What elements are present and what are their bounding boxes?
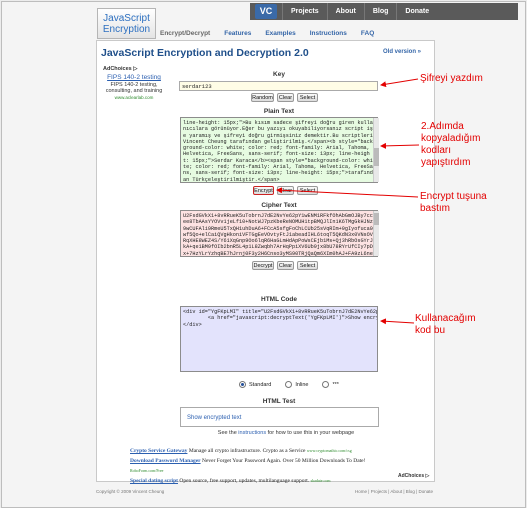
html-code-label: HTML Code (261, 296, 297, 303)
footer: Copyright © 2009 Vincent Cheung Home | P… (96, 489, 433, 494)
annotation-key: Şifreyi yazdım (420, 73, 483, 84)
plain-text-label: Plain Text (263, 108, 295, 115)
top-nav: Projects About Blog Donate (282, 3, 437, 20)
random-button[interactable]: Random (251, 93, 274, 102)
radio-stars[interactable] (322, 381, 330, 388)
sidebar-ad-link[interactable]: www.aclearlab.com (103, 95, 165, 102)
key-select-button[interactable]: Select (297, 93, 318, 102)
key-label: Key (273, 71, 285, 78)
instructions-help: See the instructions for how to use this… (217, 430, 355, 436)
sidebar-ad[interactable]: FIPS 140-2 testing FIPS 140-2 testing, c… (103, 74, 165, 102)
encrypt-button[interactable]: Encrypt (253, 186, 274, 195)
plain-text-area[interactable]: line-height: 15px;">Bu kısım sadece şifr… (180, 117, 378, 183)
plain-clear-button[interactable]: Clear (277, 186, 294, 195)
tab-instructions[interactable]: Instructions (310, 30, 347, 37)
page-title: JavaScript Encryption and Decryption 2.0 (101, 47, 309, 59)
tab-features[interactable]: Features (224, 30, 251, 37)
html-test-label: HTML Test (262, 398, 296, 405)
adchoices-label[interactable]: AdChoices ▷ (103, 66, 138, 72)
footer-links[interactable]: Home | Projects | About | Blog | Donate (355, 489, 433, 494)
cipher-text-area[interactable]: U2FsdGVkX1+8vRRueK5uTobrnJ7dE2NvYe62pY1w… (180, 210, 378, 257)
plain-select-button[interactable]: Select (297, 186, 318, 195)
html-code-line-2: <a href="javascript:decryptText('YgFKpLM… (207, 315, 377, 322)
sidebar-ad-text: FIPS 140-2 testing, consulting, and trai… (105, 81, 163, 95)
html-format-options: Standard Inline *** (239, 381, 353, 388)
cipher-text-label: Cipher Text (261, 202, 297, 209)
html-code-area[interactable]: <div id="YgFKpLMI" title="U2FsdGVkX1+8vR… (180, 306, 378, 372)
nav-projects[interactable]: Projects (282, 3, 327, 20)
cipher-select-button[interactable]: Select (297, 261, 318, 270)
option-inline[interactable]: Inline (285, 381, 308, 388)
html-code-line-3: </div> (183, 321, 202, 328)
instructions-link[interactable]: instructions (238, 430, 266, 436)
nav-about[interactable]: About (326, 3, 364, 20)
nav-blog[interactable]: Blog (363, 3, 397, 20)
cipher-text-scrollbar[interactable] (373, 211, 379, 256)
show-encrypted-link[interactable]: Show encrypted text (187, 415, 241, 421)
radio-standard[interactable] (239, 381, 246, 388)
adchoices-bottom[interactable]: AdChoices ▷ (398, 473, 429, 479)
logo-line-1: JavaScript (103, 13, 150, 24)
logo-line-2: Encryption (102, 24, 151, 35)
plain-text-scrollbar[interactable] (373, 118, 379, 182)
ad-row[interactable]: Special dating script Open source, free … (130, 476, 380, 486)
html-test-box: Show encrypted text (180, 407, 379, 427)
annotation-paste: 2.Adımda kopyaladığım kodları yapıştırdı… (421, 121, 481, 168)
old-version-link[interactable]: Old version » (383, 49, 421, 55)
cipher-clear-button[interactable]: Clear (277, 261, 294, 270)
footer-copyright: Copyright © 2009 Vincent Cheung (96, 489, 165, 494)
decrypt-button[interactable]: Decrypt (252, 261, 274, 270)
site-logo[interactable]: JavaScript Encryption (97, 8, 156, 39)
key-input[interactable]: serdar123 (179, 81, 378, 91)
sub-nav: Encrypt/Decrypt Features Examples Instru… (160, 30, 388, 37)
annotation-encrypt: Encrypt tuşuna bastım (420, 191, 487, 214)
nav-donate[interactable]: Donate (396, 3, 437, 20)
vc-logo[interactable]: VC (255, 4, 277, 19)
bottom-ads: Crypto Service Gateway Manage all crypto… (130, 446, 380, 486)
option-standard[interactable]: Standard (239, 381, 271, 388)
sidebar-ad-title[interactable]: FIPS 140-2 testing (103, 74, 165, 82)
tab-faq[interactable]: FAQ (361, 30, 374, 37)
key-clear-button[interactable]: Clear (277, 93, 294, 102)
ad-row[interactable]: Crypto Service Gateway Manage all crypto… (130, 446, 380, 456)
annotation-html: Kullanacağım kod bu (415, 313, 476, 336)
tab-encrypt-decrypt[interactable]: Encrypt/Decrypt (160, 30, 210, 37)
tab-examples[interactable]: Examples (265, 30, 295, 37)
radio-inline[interactable] (285, 381, 293, 388)
ad-row[interactable]: Download Password Manager Never Forget Y… (130, 456, 380, 476)
option-stars[interactable]: *** (322, 381, 339, 388)
